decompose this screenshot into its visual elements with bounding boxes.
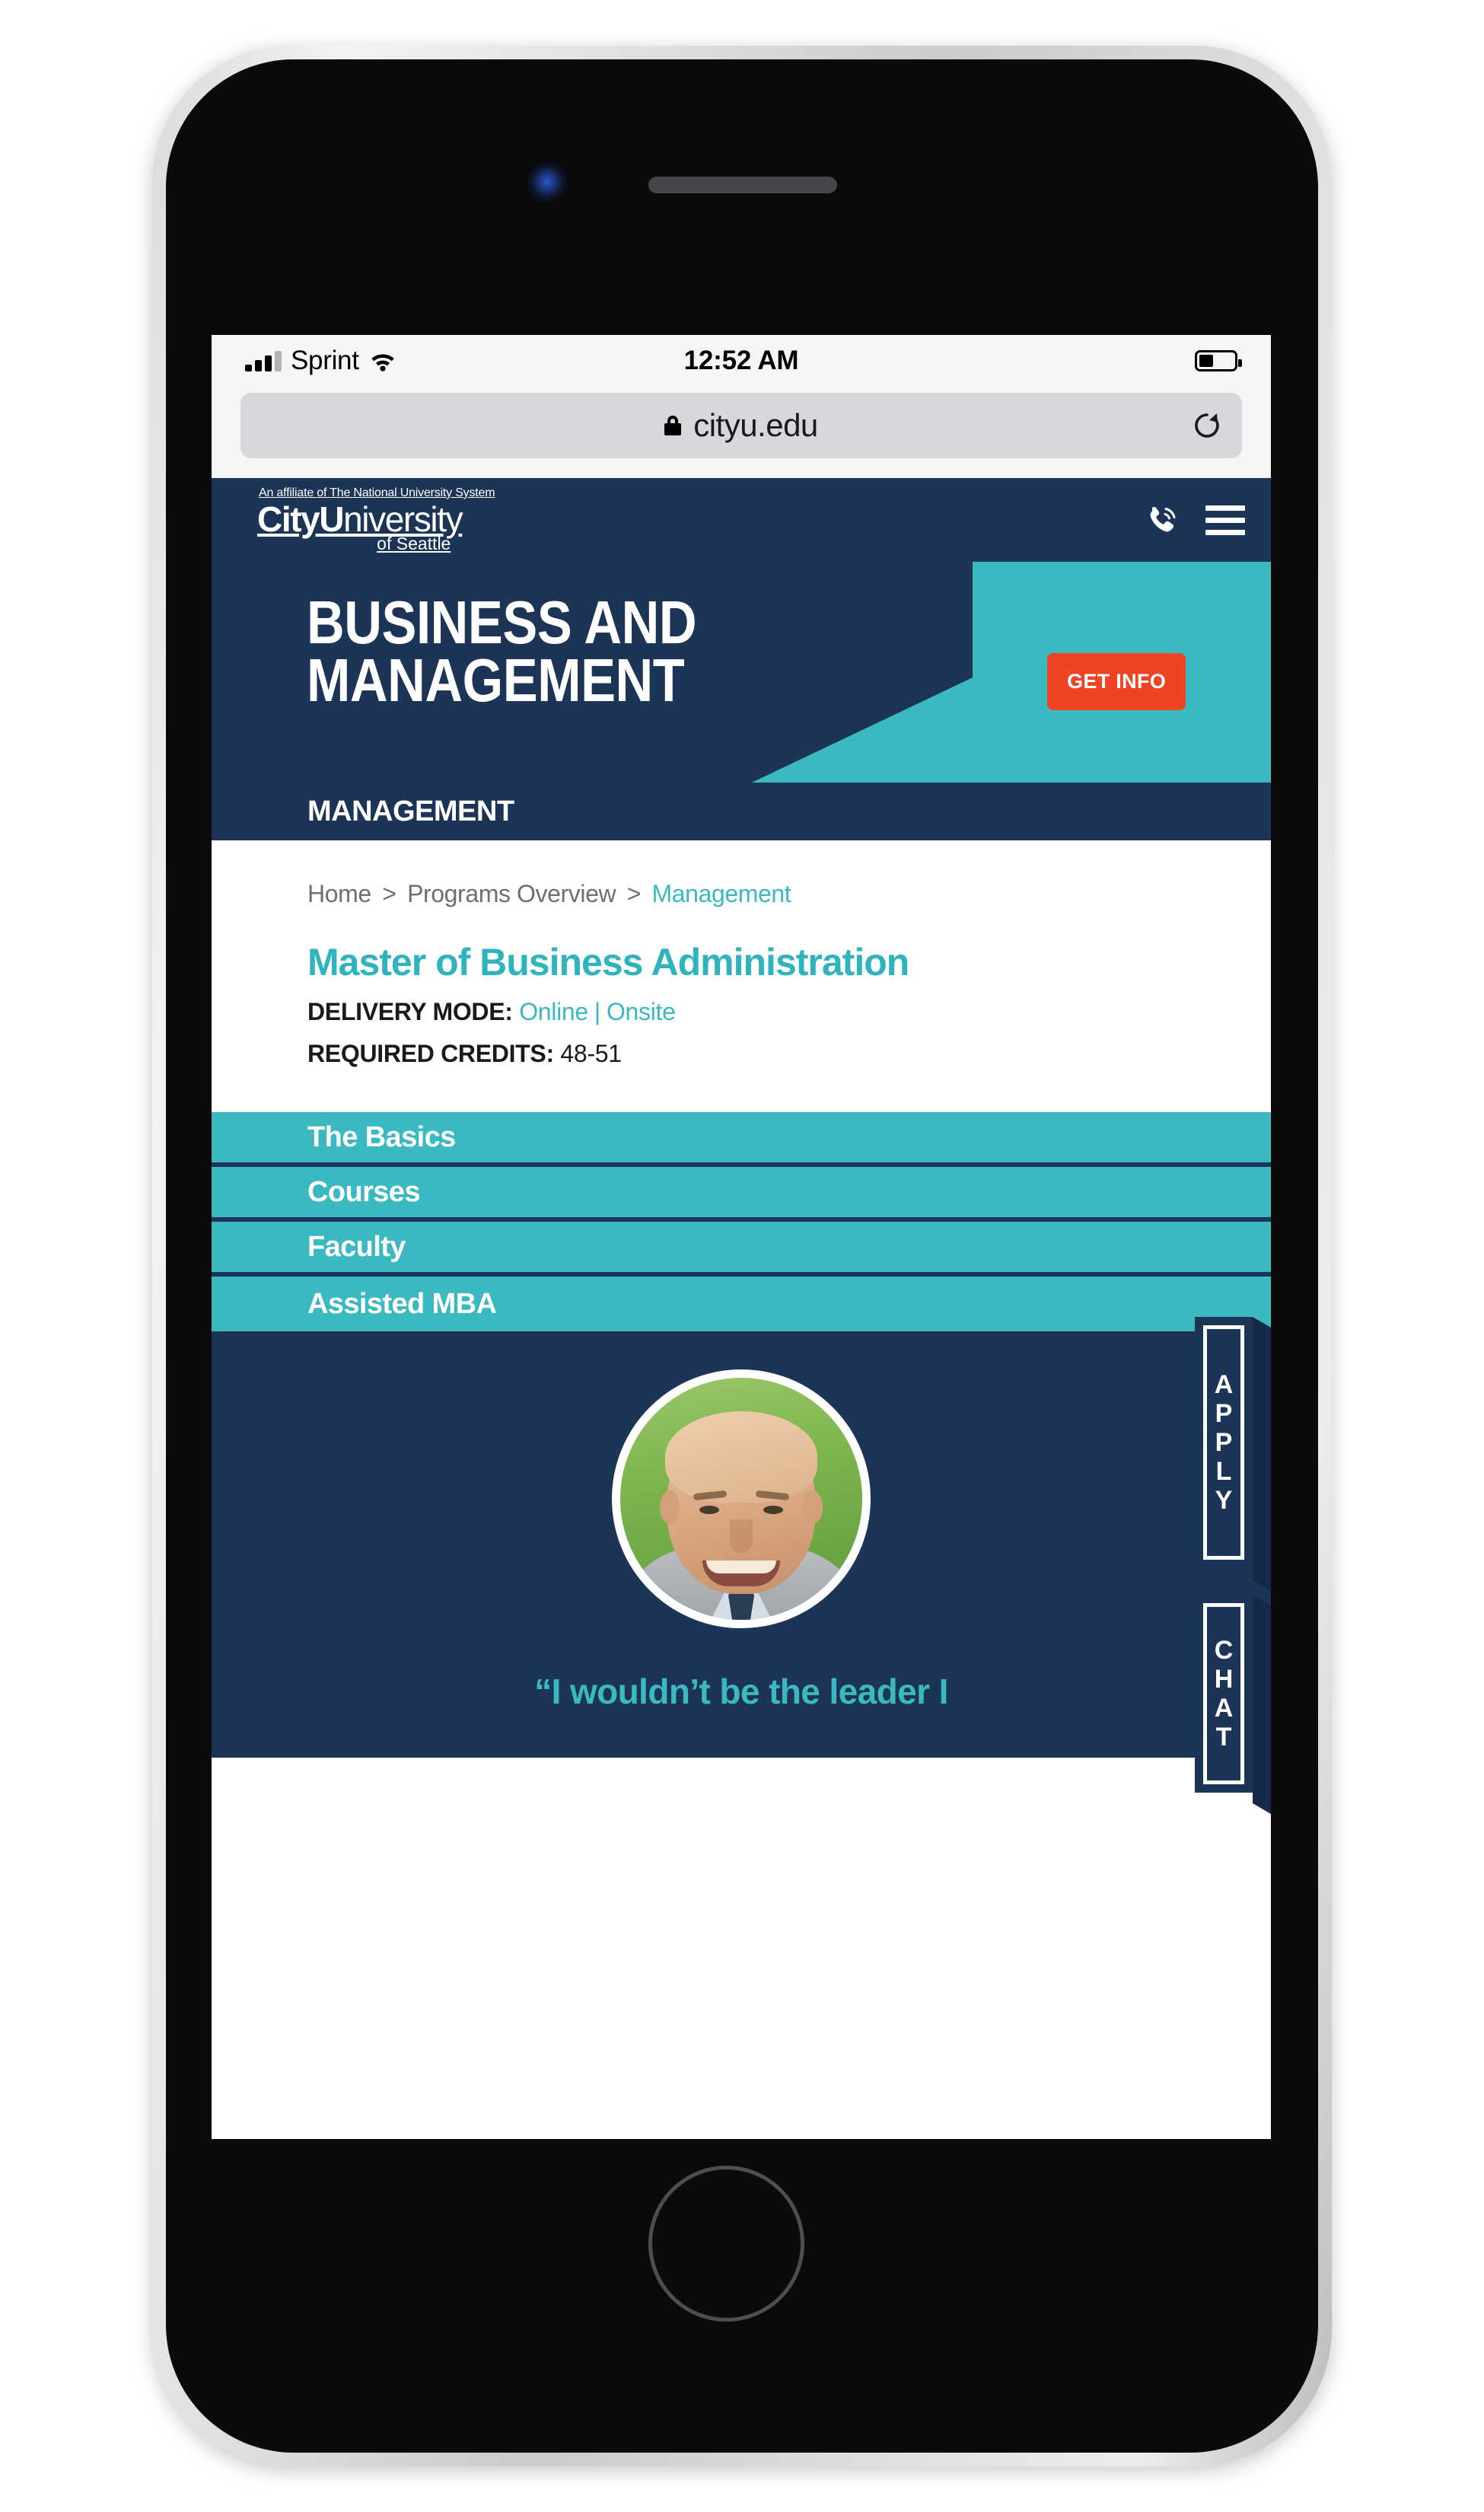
hero-title-line-2: MANAGEMENT — [307, 646, 685, 714]
delivery-mode-label: DELIVERY MODE: — [307, 998, 513, 1025]
site-logo[interactable]: An affiliate of The National University … — [257, 487, 495, 553]
apply-side-tab[interactable]: A P P L Y — [1195, 1317, 1253, 1568]
chat-letter: H — [1214, 1665, 1234, 1694]
accordion-item-the-basics[interactable]: The Basics — [212, 1112, 1271, 1167]
required-credits-label: REQUIRED CREDITS: — [307, 1040, 554, 1067]
apply-tab-inner: A P P L Y — [1203, 1325, 1244, 1560]
accordion-item-assisted-mba[interactable]: Assisted MBA — [212, 1277, 1271, 1331]
required-credits-value: 48-51 — [560, 1040, 622, 1067]
accordion-label: Faculty — [307, 1230, 406, 1263]
delivery-mode-row: DELIVERY MODE: Online | Onsite — [307, 998, 1175, 1026]
header-actions — [1145, 502, 1245, 537]
delivery-mode-separator: | — [594, 998, 600, 1025]
accordion-label: Assisted MBA — [307, 1287, 497, 1320]
reload-icon[interactable] — [1192, 410, 1222, 441]
breadcrumb-separator-2: > — [626, 880, 642, 907]
delivery-mode-online-link[interactable]: Online — [519, 998, 588, 1025]
breadcrumb-item-programs-overview[interactable]: Programs Overview — [407, 880, 616, 907]
section-strip: MANAGEMENT — [212, 783, 1271, 840]
front-camera-icon — [529, 164, 565, 200]
hero-title: BUSINESS AND MANAGEMENT — [307, 588, 697, 714]
get-info-button[interactable]: GET INFO — [1047, 653, 1186, 710]
apply-letter: Y — [1215, 1486, 1233, 1515]
browser-toolbar: cityu.edu — [212, 387, 1271, 478]
breadcrumb: Home > Programs Overview > Management — [307, 880, 1175, 908]
required-credits-row: REQUIRED CREDITS: 48-51 — [307, 1040, 1175, 1068]
accordion-label: The Basics — [307, 1121, 456, 1153]
lock-icon — [664, 416, 682, 435]
phone-icon[interactable] — [1145, 502, 1180, 537]
logo-affiliate-line: An affiliate of The National University … — [259, 486, 495, 499]
site-header: An affiliate of The National University … — [212, 478, 1271, 562]
logo-wordmark: CityUniversity — [257, 502, 495, 537]
section-strip-label: MANAGEMENT — [307, 795, 514, 827]
ios-status-bar: Sprint 12:52 AM — [212, 335, 1271, 387]
url-content: cityu.edu — [664, 407, 818, 444]
status-bar-clock: 12:52 AM — [683, 346, 799, 375]
page-title: Master of Business Administration — [307, 941, 909, 983]
apply-tab-fold — [1253, 1317, 1271, 1591]
battery-icon — [1195, 350, 1242, 371]
chat-tab-fold — [1253, 1595, 1271, 1814]
testimonial-section: “I wouldn’t be the leader I — [212, 1331, 1271, 1758]
chat-letter: C — [1214, 1636, 1234, 1665]
chat-tab-inner: C H A T — [1203, 1603, 1244, 1784]
hamburger-menu-icon[interactable] — [1205, 505, 1245, 535]
chat-side-tab[interactable]: C H A T — [1195, 1595, 1253, 1793]
apply-letter: P — [1215, 1399, 1233, 1428]
hero-banner: BUSINESS AND MANAGEMENT GET INFO — [212, 562, 1271, 783]
apply-letter: L — [1215, 1457, 1232, 1486]
breadcrumb-item-home[interactable]: Home — [307, 880, 371, 907]
delivery-mode-onsite-link[interactable]: Onsite — [607, 998, 676, 1025]
testimonial-quote: “I wouldn’t be the leader I — [534, 1672, 948, 1711]
url-text: cityu.edu — [693, 407, 818, 443]
program-accordion: The Basics Courses Faculty Assisted MBA — [212, 1112, 1271, 1331]
breadcrumb-separator: > — [382, 880, 396, 907]
earpiece-speaker — [648, 177, 837, 193]
url-bar[interactable]: cityu.edu — [240, 393, 1242, 458]
accordion-item-courses[interactable]: Courses — [212, 1167, 1271, 1222]
phone-screen: Sprint 12:52 AM cityu.edu An affiliate o… — [212, 335, 1271, 2139]
program-info-panel: Home > Programs Overview > Management Ma… — [212, 840, 1271, 1112]
chat-letter: A — [1214, 1694, 1234, 1723]
status-bar-right — [1195, 350, 1242, 371]
accordion-item-faculty[interactable]: Faculty — [212, 1222, 1271, 1277]
logo-wordmark-bold: CityU — [257, 499, 345, 539]
apply-letter: P — [1215, 1428, 1233, 1457]
accordion-label: Courses — [307, 1175, 420, 1208]
hero-title-line-1: BUSINESS AND — [307, 588, 697, 656]
breadcrumb-item-management: Management — [651, 880, 791, 907]
apply-letter: A — [1214, 1370, 1234, 1399]
home-button[interactable] — [648, 2166, 804, 2322]
avatar — [612, 1369, 871, 1628]
chat-letter: T — [1215, 1723, 1232, 1752]
